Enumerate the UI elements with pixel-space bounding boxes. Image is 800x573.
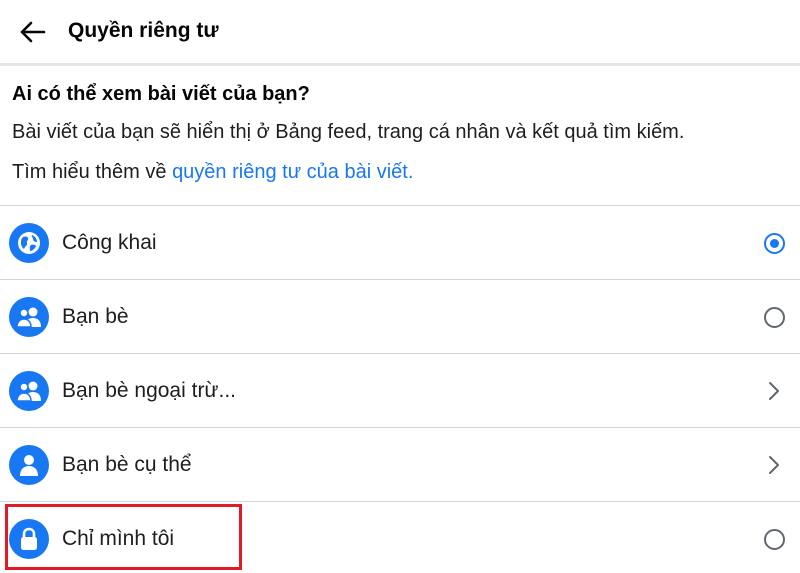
radio-button[interactable] [763,232,785,254]
page-title: Quyền riêng tư [68,19,219,42]
back-button[interactable] [14,14,50,50]
learn-more-text: Tìm hiểu thêm về quyền riêng tư của bài … [12,158,792,186]
option-friends-except[interactable]: Bạn bè ngoại trừ... [0,353,800,427]
option-label: Chỉ mình tôi [62,527,175,550]
arrow-left-icon [20,21,46,43]
option-label: Bạn bè [62,305,129,328]
intro-heading: Ai có thể xem bài viết của bạn? [12,83,310,105]
option-label: Bạn bè cụ thể [62,453,192,476]
radio-unselected-icon [763,528,785,550]
radio-unselected-icon [763,306,785,328]
friends-icon [9,371,49,411]
post-privacy-link[interactable]: quyền riêng tư của bài viết. [172,161,413,183]
person-icon [9,445,49,485]
option-specific-friends[interactable]: Bạn bè cụ thể [0,427,800,501]
globe-icon [9,223,49,263]
friends-icon [9,297,49,337]
learn-more-prefix: Tìm hiểu thêm về [12,161,173,183]
intro-description: Bài viết của bạn sẽ hiển thị ở Bảng feed… [12,121,685,143]
option-friends[interactable]: Bạn bè [0,279,800,353]
intro-section: Ai có thể xem bài viết của bạn? Bài viết… [12,80,792,186]
header-bar: Quyền riêng tư [0,0,800,66]
option-only-me[interactable]: Chỉ mình tôi [0,501,800,573]
radio-button[interactable] [763,528,785,550]
option-label: Bạn bè ngoại trừ... [62,379,236,402]
chevron-right-icon[interactable] [763,380,785,402]
radio-selected-icon [763,232,785,254]
option-public[interactable]: Công khai [0,205,800,279]
radio-button[interactable] [763,306,785,328]
chevron-right-icon[interactable] [763,454,785,476]
audience-options-list: Công khai Bạn bè Bạn bè ngoại trừ... Bạn… [0,205,800,573]
option-label: Công khai [62,231,157,254]
lock-icon [9,519,49,559]
